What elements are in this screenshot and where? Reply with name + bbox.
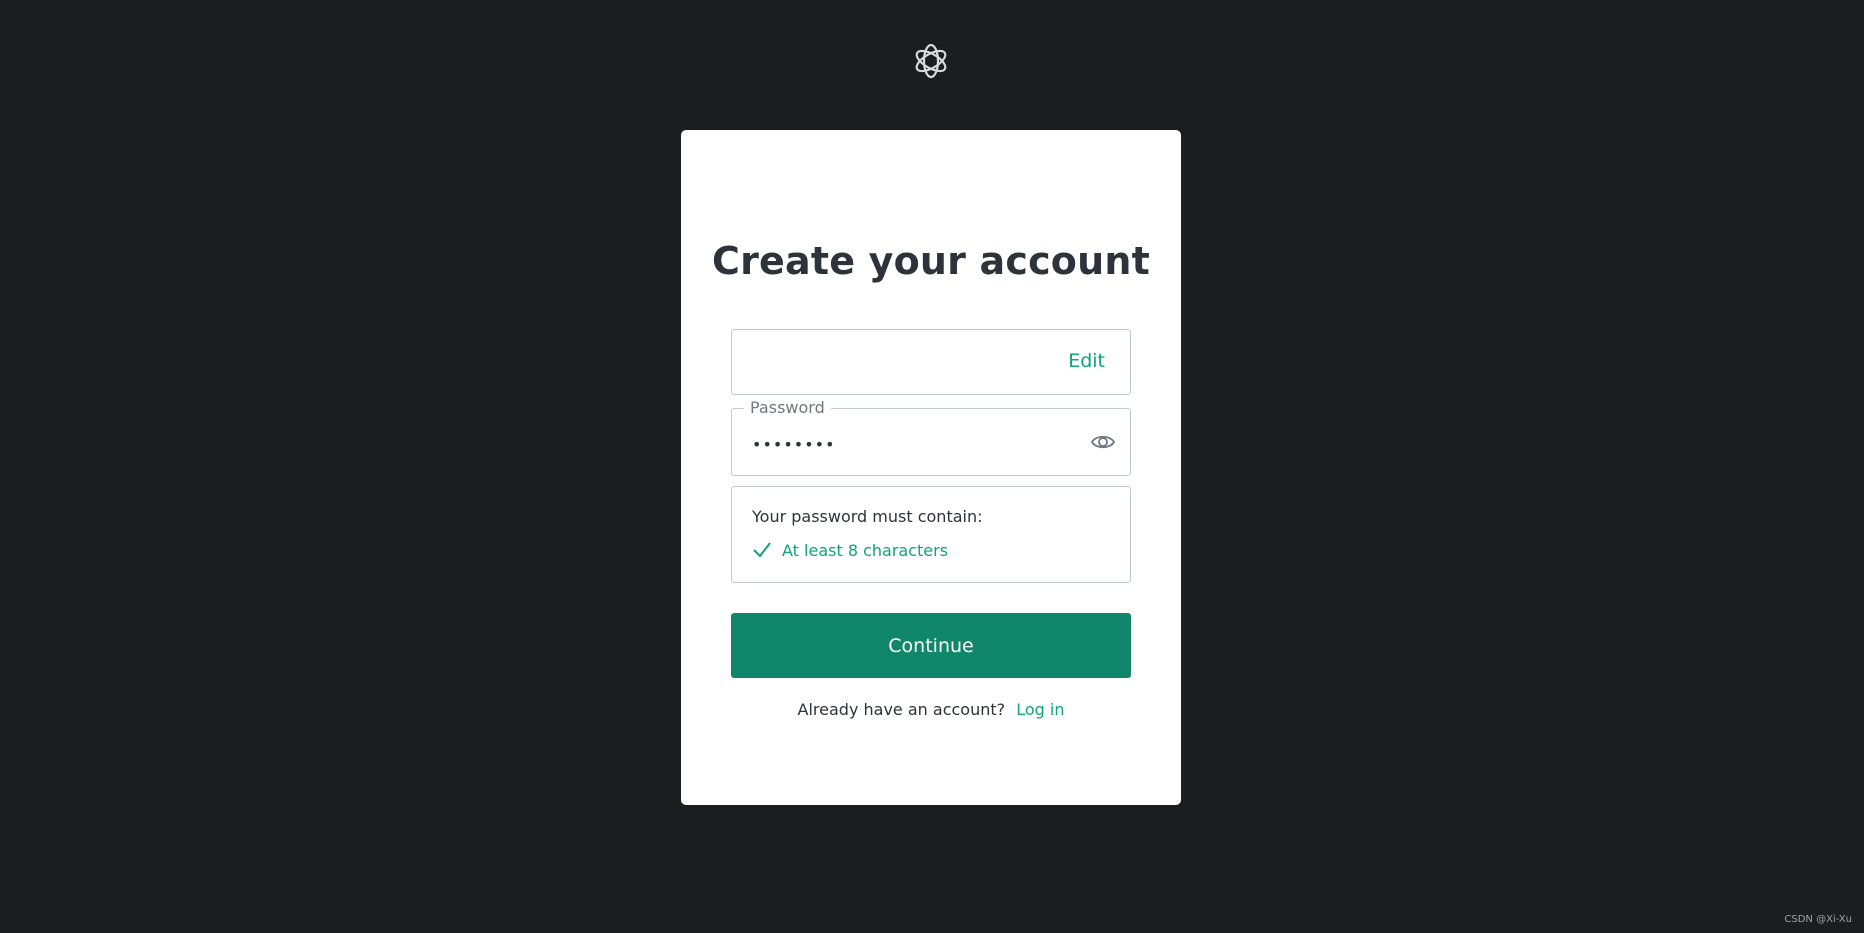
check-icon <box>753 542 771 558</box>
login-prompt-text: Already have an account? <box>797 700 1006 719</box>
eye-icon[interactable] <box>1090 431 1116 453</box>
password-label: Password <box>744 398 831 417</box>
watermark: CSDN @Xi-Xu <box>1784 914 1852 925</box>
requirement-item: At least 8 characters <box>752 540 948 560</box>
email-field[interactable]: Edit <box>731 329 1131 395</box>
continue-button[interactable]: Continue <box>731 613 1131 678</box>
password-input[interactable] <box>752 431 1072 457</box>
login-link[interactable]: Log in <box>1016 700 1064 719</box>
edit-email-link[interactable]: Edit <box>1068 350 1105 372</box>
page-title: Create your account <box>712 239 1150 283</box>
password-field[interactable]: Password <box>731 398 1131 476</box>
password-requirements: Your password must contain: At least 8 c… <box>731 486 1131 583</box>
login-prompt-line: Already have an account? Log in <box>681 700 1181 719</box>
requirements-title: Your password must contain: <box>752 507 983 526</box>
requirement-label: At least 8 characters <box>782 540 949 560</box>
signup-card: Create your account Edit Password Your p… <box>681 130 1181 805</box>
openai-logo-icon <box>915 43 947 79</box>
